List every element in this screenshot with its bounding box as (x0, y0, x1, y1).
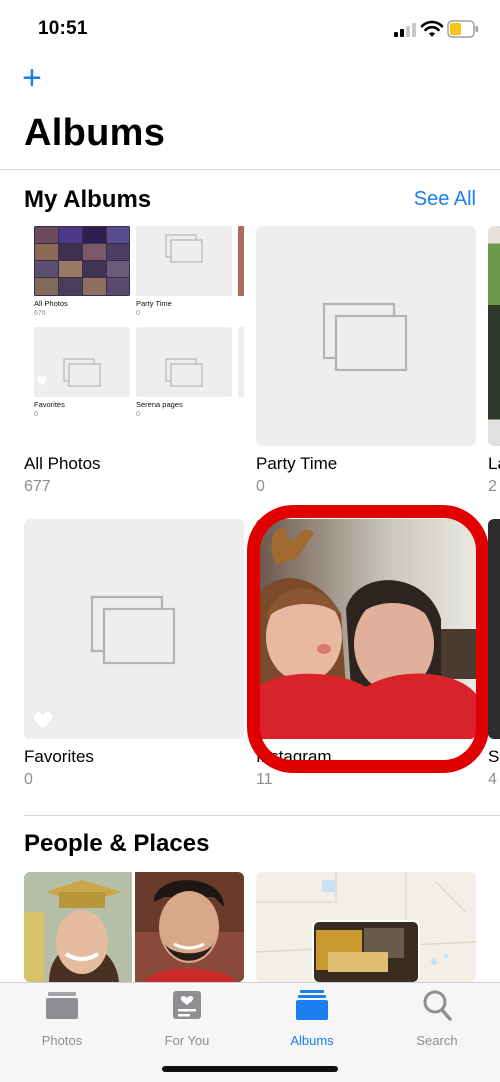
album-placeholder-icon (165, 358, 203, 387)
album-placeholder-icon (37, 358, 101, 387)
header-divider (0, 169, 500, 170)
album-placeholder-icon (322, 302, 408, 372)
tab-label: Albums (290, 1033, 334, 1048)
page-title: Albums (24, 112, 166, 154)
tab-photos[interactable]: Photos (7, 989, 117, 1049)
album-name: Favorites (24, 747, 94, 766)
album-count: 2 (488, 478, 497, 495)
mini-album-edge (238, 226, 244, 296)
tab-label: Photos (41, 1033, 83, 1048)
album-count: 0 (24, 771, 33, 788)
mini-album-name: Party Time (136, 299, 172, 308)
tab-label: For You (164, 1033, 210, 1048)
places-album[interactable] (256, 872, 476, 982)
mini-album-name: Favorites (34, 400, 65, 409)
status-time: 10:51 (38, 18, 88, 39)
mini-album-count: 0 (136, 411, 140, 418)
album-count: 677 (24, 478, 51, 495)
album-thumb (256, 519, 476, 739)
album-count: 11 (256, 771, 273, 788)
album-instagram[interactable]: Instagram 11 (256, 519, 476, 794)
album-name: Instagram (256, 747, 332, 766)
tab-label: Search (416, 1033, 458, 1048)
album-count: 4 (488, 771, 497, 788)
mini-album-thumb (34, 327, 130, 397)
mini-album-count: 676 (34, 310, 46, 317)
tab-search[interactable]: Search (382, 989, 492, 1049)
heart-icon (32, 711, 54, 730)
battery-icon (447, 20, 478, 38)
album-thumb (488, 519, 500, 739)
home-indicator (162, 1066, 338, 1072)
search-icon (423, 990, 452, 1021)
see-all-link[interactable]: See All (414, 188, 476, 211)
album-placeholder-icon (90, 595, 176, 665)
my-albums-heading: My Albums (24, 186, 152, 213)
albums-icon (296, 990, 328, 1020)
cellular-signal-icon (394, 23, 418, 37)
album-name: S (488, 747, 500, 766)
status-bar: 10:51 (0, 0, 500, 60)
album-thumb (256, 226, 476, 446)
album-thumb (488, 226, 500, 446)
album-favorites[interactable]: Favorites 0 (24, 519, 244, 794)
album-name: Party Time (256, 454, 338, 473)
mini-album-thumb (136, 327, 232, 397)
people-album[interactable] (24, 872, 244, 982)
people-places-heading: People & Places (24, 830, 210, 857)
add-album-button[interactable]: + (22, 61, 50, 95)
mini-album-edge (238, 327, 244, 397)
mini-album-count: 0 (136, 310, 140, 317)
tab-albums[interactable]: Albums (257, 989, 367, 1049)
photos-icon (46, 992, 78, 1019)
album-all-photos[interactable]: All Photos 676 Party Time 0 Favorites 0 (24, 226, 244, 501)
album-count: 0 (256, 478, 265, 495)
album-placeholder-icon (165, 234, 203, 263)
people-photo (24, 872, 244, 982)
for-you-icon (173, 991, 201, 1019)
wifi-icon (420, 20, 444, 37)
mini-album-thumb (136, 226, 232, 296)
album-partial-la[interactable]: La 2 (488, 226, 500, 501)
mini-album-count: 0 (34, 411, 38, 418)
album-party-time[interactable]: Party Time 0 (256, 226, 476, 501)
mini-album-thumb (34, 226, 130, 296)
mini-album-name: Serena pages (136, 400, 183, 409)
album-photo (256, 519, 476, 739)
section-divider (24, 815, 500, 816)
album-partial-s[interactable]: S 4 (488, 519, 500, 794)
album-thumb (24, 519, 244, 739)
tab-for-you[interactable]: For You (132, 989, 242, 1049)
album-name: All Photos (24, 454, 101, 473)
places-map (256, 872, 476, 982)
album-name: La (488, 454, 500, 473)
mini-album-name: All Photos (34, 299, 68, 308)
